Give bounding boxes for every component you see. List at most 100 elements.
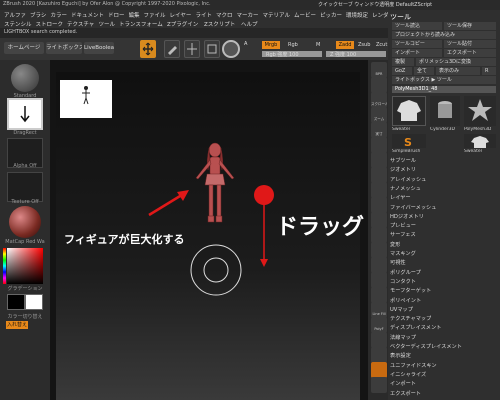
menu-item-12[interactable]: ムービー: [294, 11, 316, 19]
menu-item-1[interactable]: ブラシ: [30, 11, 46, 19]
right-shelf-button-13[interactable]: [371, 257, 387, 273]
right-shelf-button-5[interactable]: [371, 137, 387, 153]
matcap-sphere-icon[interactable]: [9, 206, 41, 238]
load-tool-button[interactable]: ツール読込: [392, 22, 442, 30]
menu-item-4[interactable]: ドロー: [108, 11, 125, 19]
zsub-button[interactable]: Zsub: [358, 42, 370, 48]
visible-button[interactable]: 表示のみ: [436, 67, 480, 75]
menu-item-0[interactable]: アルファ: [4, 11, 26, 19]
tool-thumb-sweater-2[interactable]: [464, 134, 496, 148]
lightbox-button[interactable]: ライトボックス: [46, 42, 82, 54]
swap-button[interactable]: 入れ替え: [6, 321, 28, 329]
copy-tool-button[interactable]: ツールコピー: [392, 40, 442, 48]
brush-standard-icon[interactable]: [11, 64, 39, 92]
menu-item-6[interactable]: ファイル: [144, 11, 166, 19]
right-shelf-button-21[interactable]: [371, 377, 387, 393]
right-shelf-button-6[interactable]: [371, 152, 387, 168]
lightbox-tool-button[interactable]: ライトボックス ▶ ツール: [392, 76, 496, 84]
menu-item-row2-5[interactable]: Zプラグイン: [167, 20, 198, 28]
menu-item-13[interactable]: ピッカー: [320, 11, 342, 19]
tray-list-item-16[interactable]: UVマップ: [390, 306, 413, 313]
navigator-thumbnail[interactable]: [60, 80, 112, 118]
edit-button[interactable]: [140, 40, 156, 58]
menu-item-row2-1[interactable]: ストローク: [36, 20, 64, 28]
zcut-button[interactable]: Zcut: [376, 42, 388, 48]
character-figure[interactable]: [190, 140, 240, 225]
tray-list-item-9[interactable]: 変形: [390, 241, 400, 248]
tray-list-item-23[interactable]: イニシャライズ: [390, 371, 426, 378]
polymesh-name-slider[interactable]: PolyMesh3D1_48: [392, 86, 496, 93]
liveboolean-button[interactable]: LiveBoolean: [84, 42, 114, 54]
tray-list-item-20[interactable]: ベクターディスプレイスメント: [390, 343, 462, 350]
menu-item-9[interactable]: マクロ: [216, 11, 233, 19]
tool-thumb-sweater[interactable]: [392, 96, 426, 126]
right-shelf-button-15[interactable]: [371, 287, 387, 303]
tray-list-item-25[interactable]: エクスポート: [390, 390, 421, 397]
menu-item-row2-6[interactable]: Zスクリプト: [204, 20, 235, 28]
material-sphere-icon[interactable]: [222, 40, 240, 58]
right-shelf-button-14[interactable]: [371, 272, 387, 288]
stroke-dragrect[interactable]: [7, 98, 43, 130]
tray-list-item-1[interactable]: ジオメトリ: [390, 166, 416, 173]
tray-list-item-6[interactable]: HDジオメトリ: [390, 213, 424, 220]
tray-list-item-11[interactable]: 可視性: [390, 259, 406, 266]
rgb-button[interactable]: Rgb: [288, 42, 298, 48]
menu-item-7[interactable]: レイヤー: [170, 11, 192, 19]
tray-list-item-19[interactable]: 法線マップ: [390, 334, 416, 341]
quick-menu[interactable]: クイックセーブ ウィンドウ透明度 DefaultZScript: [318, 1, 432, 8]
tray-list-item-2[interactable]: アレイメッシュ: [390, 176, 426, 183]
right-shelf-button-20[interactable]: [371, 362, 387, 378]
r-button[interactable]: R: [482, 67, 496, 75]
menu-item-14[interactable]: 環境設定: [346, 11, 368, 19]
tray-list-item-15[interactable]: ポリペイント: [390, 297, 421, 304]
tray-list-item-24[interactable]: インポート: [390, 380, 416, 387]
tray-list-item-18[interactable]: ディスプレイスメント: [390, 324, 441, 331]
all-button[interactable]: 全て: [414, 67, 434, 75]
right-shelf-button-18[interactable]: [371, 332, 387, 348]
tool-thumb-cylinder[interactable]: [430, 96, 460, 126]
draw-button[interactable]: [164, 40, 180, 58]
menu-item-row2-0[interactable]: ステンシル: [4, 20, 32, 28]
main-color-swatch[interactable]: [7, 294, 25, 310]
tray-list-item-12[interactable]: ポリグループ: [390, 269, 421, 276]
menu-item-10[interactable]: マーカー: [237, 11, 259, 19]
right-shelf-button-19[interactable]: [371, 347, 387, 363]
tray-list-item-10[interactable]: マスキング: [390, 250, 416, 257]
import-button[interactable]: インポート: [392, 49, 442, 57]
tray-list-item-4[interactable]: レイヤー: [390, 194, 411, 201]
load-from-project-button[interactable]: プロジェクトから読み込み: [392, 31, 496, 39]
right-shelf-button-10[interactable]: [371, 212, 387, 228]
menu-item-row2-2[interactable]: テクスチャ: [67, 20, 94, 28]
hue-bar[interactable]: [3, 248, 6, 284]
home-page-button[interactable]: ホームページ: [4, 42, 44, 54]
scale-button[interactable]: [204, 40, 220, 58]
menu-item-8[interactable]: ライト: [196, 11, 213, 19]
goz-button[interactable]: GoZ: [392, 67, 412, 75]
tray-list-item-8[interactable]: サーフェス: [390, 231, 416, 238]
right-shelf-button-7[interactable]: [371, 167, 387, 183]
tray-list-item-17[interactable]: テクスチャマップ: [390, 315, 431, 322]
mrgb-button[interactable]: Mrgb: [262, 41, 280, 49]
clone-button[interactable]: 複製: [392, 58, 414, 66]
m-button[interactable]: M: [316, 42, 320, 48]
tool-thumb-polymesh[interactable]: [464, 96, 496, 126]
export-button[interactable]: エクスポート: [444, 49, 496, 57]
tray-list-item-7[interactable]: プレビュー: [390, 222, 416, 229]
tray-list-item-13[interactable]: コンタクト: [390, 278, 416, 285]
save-tool-button[interactable]: ツール保存: [444, 22, 496, 30]
tray-list-item-3[interactable]: ナノメッシュ: [390, 185, 421, 192]
tray-list-item-22[interactable]: ユニファイドスキン: [390, 362, 437, 369]
zadd-button[interactable]: Zadd: [336, 41, 354, 49]
gizmo-circle-icon[interactable]: [188, 242, 244, 298]
move-button[interactable]: [184, 40, 200, 58]
right-shelf-button-11[interactable]: [371, 227, 387, 243]
menu-item-5[interactable]: 編集: [129, 11, 140, 19]
tray-list-item-21[interactable]: 表示設定: [390, 352, 411, 359]
menu-item-row2-4[interactable]: トランスフォーム: [119, 20, 163, 28]
right-shelf-button-9[interactable]: [371, 197, 387, 213]
make-polymesh-button[interactable]: ポリメッシュ3Dに変換: [416, 58, 496, 66]
menu-item-3[interactable]: ドキュメント: [71, 11, 104, 19]
color-picker[interactable]: [7, 248, 43, 284]
menu-item-2[interactable]: カラー: [51, 11, 68, 19]
tool-thumb-simplebrush[interactable]: S: [392, 134, 426, 149]
